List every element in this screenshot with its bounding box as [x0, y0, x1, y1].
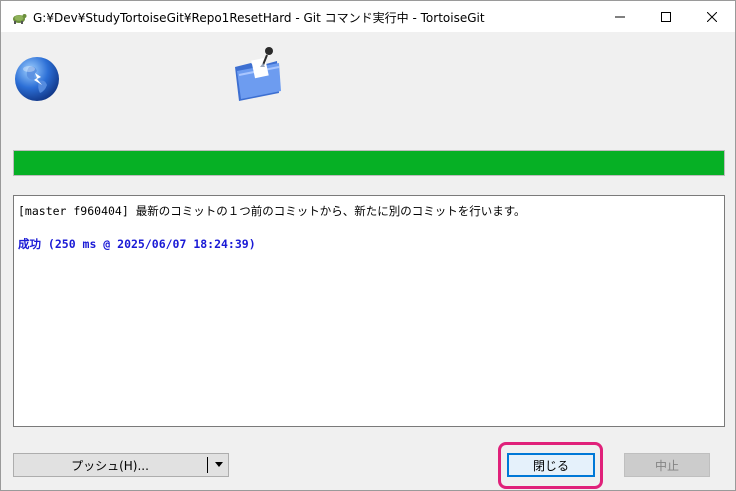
push-button-label: プッシュ(H)... — [71, 458, 149, 473]
log-line-commit: [master f960404] 最新のコミットの１つ前のコミットから、新たに別… — [18, 204, 526, 218]
progress-dialog: G:¥Dev¥StudyTortoiseGit¥Repo1ResetHard -… — [0, 0, 736, 491]
minimize-icon — [615, 16, 625, 17]
push-button[interactable]: プッシュ(H)... — [13, 453, 229, 477]
progress-fill — [14, 151, 724, 175]
close-button[interactable]: 閉じる — [507, 453, 595, 477]
folder-icon — [235, 47, 281, 101]
close-button-label: 閉じる — [532, 458, 569, 473]
window-title: G:¥Dev¥StudyTortoiseGit¥Repo1ResetHard -… — [33, 11, 485, 25]
chevron-down-icon[interactable] — [213, 461, 225, 469]
log-output[interactable]: [master f960404] 最新のコミットの１つ前のコミットから、新たに別… — [13, 195, 725, 427]
globe-icon — [15, 57, 59, 101]
tortoisegit-icon — [13, 14, 27, 24]
minimize-button[interactable] — [597, 1, 643, 32]
close-icon — [707, 11, 717, 22]
abort-button[interactable]: 中止 — [624, 453, 710, 477]
log-line-success: 成功 (250 ms @ 2025/06/07 18:24:39) — [18, 237, 256, 251]
maximize-button[interactable] — [643, 1, 689, 32]
close-window-button[interactable] — [689, 1, 735, 32]
maximize-icon — [661, 11, 671, 22]
abort-button-label: 中止 — [654, 458, 679, 473]
title-bar[interactable]: G:¥Dev¥StudyTortoiseGit¥Repo1ResetHard -… — [1, 1, 735, 32]
split-divider — [207, 457, 208, 473]
progress-bar — [13, 150, 725, 176]
